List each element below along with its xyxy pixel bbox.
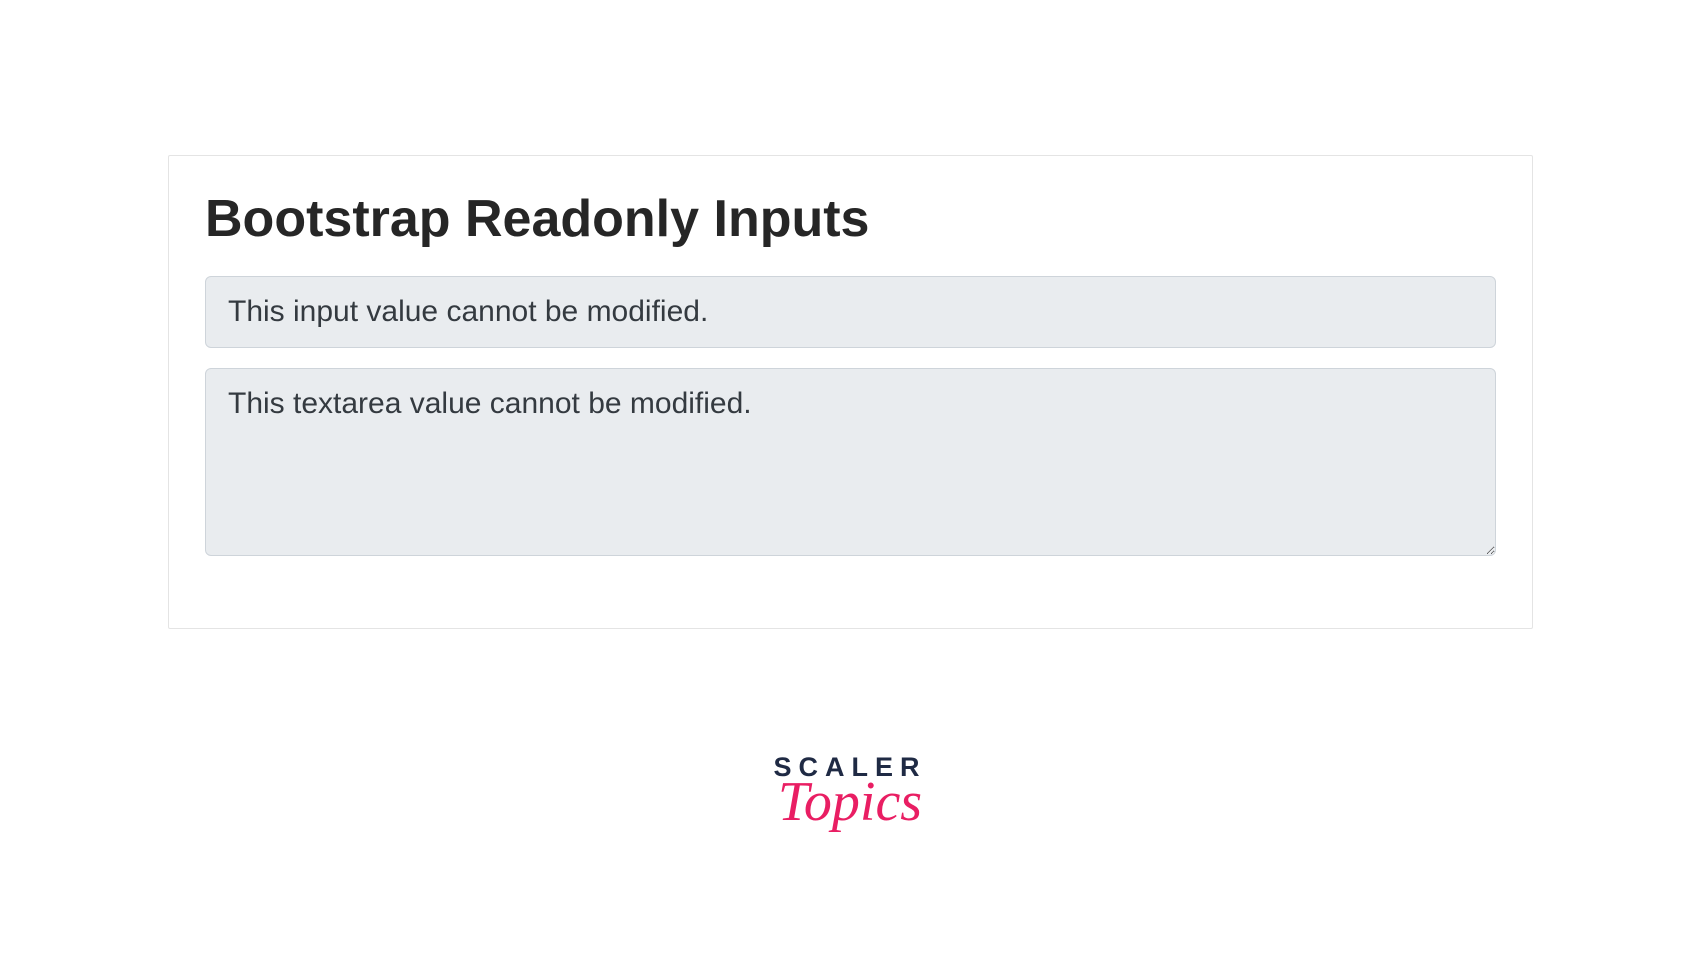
panel-heading: Bootstrap Readonly Inputs (205, 190, 1496, 250)
readonly-textarea (205, 368, 1496, 556)
demo-panel: Bootstrap Readonly Inputs (168, 155, 1533, 629)
logo-text-topics: Topics (778, 779, 922, 827)
readonly-input (205, 276, 1496, 348)
scaler-topics-logo: SCALER Topics (0, 754, 1700, 827)
